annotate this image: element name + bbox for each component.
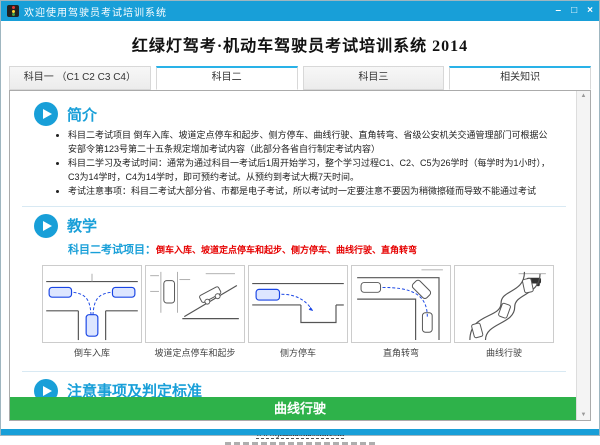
tab-subject3[interactable]: 科目三 <box>303 66 445 90</box>
intro-bullet: 科目二考试项目 倒车入库、坡道定点停车和起步、侧方停车、曲线行驶、直角转弯、省级… <box>68 129 554 156</box>
close-button[interactable]: × <box>587 5 593 17</box>
right-angle-turn-diagram[interactable] <box>351 265 451 343</box>
card-side-parking[interactable]: 侧方停车 侧方停车 <box>248 265 348 359</box>
reverse-parking-diagram[interactable] <box>42 265 142 343</box>
card-caption: 直角转弯 <box>351 346 451 359</box>
card-right-angle-turn[interactable]: 直角转弯 直角转弯 <box>351 265 451 359</box>
vertical-scrollbar[interactable]: ▲ ▼ <box>576 91 590 420</box>
subject2-items-line: 科目二考试项目：倒车入库、坡道定点停车和起步、侧方停车、曲线行驶、直角转弯 <box>68 241 568 257</box>
scroll-up-icon[interactable]: ▲ <box>581 93 587 99</box>
side-parking-diagram[interactable] <box>248 265 348 343</box>
app-window: { "window": { "titlebar": { "title": "欢迎… <box>0 0 600 436</box>
intro-bullet-list: 科目二考试项目 倒车入库、坡道定点停车和起步、侧方停车、曲线行驶、直角转弯、省级… <box>68 129 554 199</box>
minimize-button[interactable]: – <box>556 5 562 17</box>
card-caption: 坡道定点停车和起步 <box>145 346 245 359</box>
hill-start-diagram[interactable] <box>145 265 245 343</box>
play-icon <box>34 214 58 238</box>
exam-item-cards: 倒车入库 倒车入库 <box>42 265 554 359</box>
teaching-heading: 教学 <box>67 215 97 236</box>
subject2-items-label: 科目二考试项目： <box>68 244 156 256</box>
tab-subject1[interactable]: 科目一 （C1 C2 C3 C4） <box>9 66 151 90</box>
intro-section-header: 简介 <box>34 102 568 126</box>
curve-driving-diagram[interactable] <box>454 265 554 343</box>
section-divider <box>22 371 566 372</box>
intro-bullet: 考试注意事项：科目二考试大部分省、市都是电子考试，所以考试时一定要注意不要因为稍… <box>68 185 554 199</box>
card-caption: 侧方停车 <box>248 346 348 359</box>
content-panel: 简介 科目二考试项目 倒车入库、坡道定点停车和起步、侧方停车、曲线行驶、直角转弯… <box>9 90 591 421</box>
card-curve-driving[interactable]: 曲线行驶 曲线行驶 <box>454 265 554 359</box>
traffic-light-icon <box>7 5 19 17</box>
window-title: 欢迎使用驾驶员考试培训系统 <box>24 4 556 19</box>
curve-driving-button[interactable]: 曲线行驶 <box>10 397 590 420</box>
card-hill-start[interactable]: 坡道定点停车和起步 坡道定点停车和起步 <box>145 265 245 359</box>
scroll-down-icon[interactable]: ▼ <box>581 412 587 418</box>
card-reverse-parking[interactable]: 倒车入库 倒车入库 <box>42 265 142 359</box>
page-title: 红绿灯驾考·机动车驾驶员考试培训系统 2014 <box>1 32 599 56</box>
section-divider <box>22 206 566 207</box>
maximize-button[interactable]: □ <box>571 5 577 17</box>
bottom-accent-bar <box>1 429 599 435</box>
play-icon <box>34 102 58 126</box>
tab-subject2[interactable]: 科目二 <box>156 66 298 90</box>
intro-bullet: 科目二学习及考试时间：通常为通过科目一考试后1周开始学习，整个学习过程C1、C2… <box>68 157 554 184</box>
tab-bar: 科目一 （C1 C2 C3 C4） 科目二 科目三 相关知识 <box>9 66 591 90</box>
teaching-section-header: 教学 <box>34 214 568 238</box>
card-caption: 曲线行驶 <box>454 346 554 359</box>
subject2-items-list: 倒车入库、坡道定点停车和起步、侧方停车、曲线行驶、直角转弯 <box>156 245 417 255</box>
intro-heading: 简介 <box>67 104 97 125</box>
card-caption: 倒车入库 <box>42 346 142 359</box>
tab-related-knowledge[interactable]: 相关知识 <box>449 66 591 90</box>
titlebar: 欢迎使用驾驶员考试培训系统 – □ × <box>1 1 599 21</box>
